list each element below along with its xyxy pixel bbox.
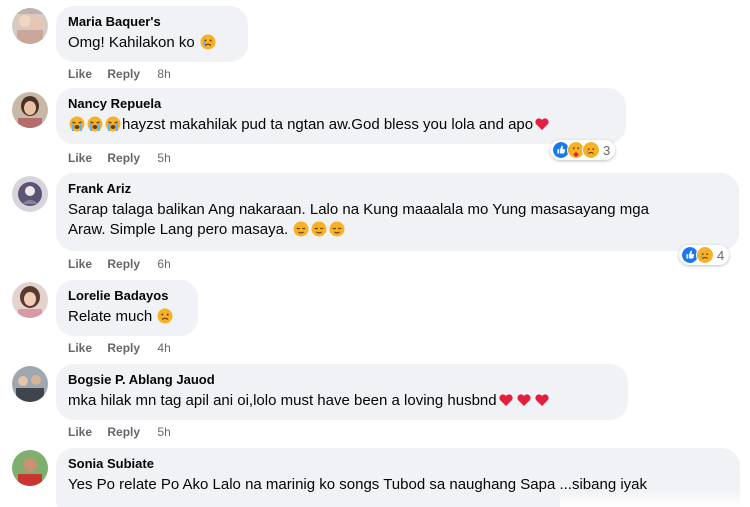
comment-text: Omg! Kahilakon ko: [68, 33, 236, 53]
relieved-face-icon: [311, 221, 327, 237]
comment-text: Sarap talaga balikan Ang nakaraan. Lalo …: [68, 200, 727, 240]
comment-text-line: Araw. Simple Lang pero masaya.: [68, 221, 289, 238]
avatar-photo-icon: [12, 92, 48, 128]
sad-reaction-icon: [582, 141, 600, 159]
comment-text-content: Relate much: [68, 308, 153, 325]
avatar[interactable]: [12, 282, 48, 318]
loudly-crying-face-icon: [69, 116, 85, 132]
comment-bubble: Lorelie Badayos Relate much: [56, 280, 198, 336]
comment-author[interactable]: Nancy Repuela: [68, 96, 614, 112]
comment-actions: Like Reply 8h: [68, 67, 171, 81]
red-heart-icon: [534, 394, 549, 406]
reaction-count: 4: [717, 247, 725, 263]
red-heart-icon: [498, 394, 513, 406]
sad-reaction-icon: [696, 246, 714, 264]
comment-text-line: Sarap talaga balikan Ang nakaraan. Lalo …: [68, 201, 649, 218]
comment-author[interactable]: Lorelie Badayos: [68, 288, 186, 304]
avatar[interactable]: [12, 92, 48, 128]
loudly-crying-face-icon: [87, 116, 103, 132]
avatar-photo-icon: [12, 450, 48, 486]
red-heart-icon: [535, 118, 549, 130]
reply-button[interactable]: Reply: [107, 67, 140, 81]
avatar-photo-icon: [12, 176, 48, 212]
reply-button[interactable]: Reply: [107, 151, 140, 165]
comment-text: hayzst makahilak pud ta ngtan aw.God ble…: [68, 115, 614, 135]
comment-actions: Like Reply 5h: [68, 151, 171, 165]
comment-actions: Like Reply 4h: [68, 341, 171, 355]
comment-timestamp[interactable]: 8h: [157, 67, 170, 81]
crying-face-icon: [200, 34, 216, 50]
reply-button[interactable]: Reply: [107, 425, 140, 439]
loudly-crying-face-icon: [105, 116, 121, 132]
avatar[interactable]: [12, 176, 48, 212]
comment-timestamp[interactable]: 5h: [157, 151, 170, 165]
comment-author[interactable]: Frank Ariz: [68, 181, 727, 197]
comment-bubble: Bogsie P. Ablang Jauod mka hilak mn tag …: [56, 364, 628, 420]
comment-author[interactable]: Bogsie P. Ablang Jauod: [68, 372, 616, 388]
comment-actions: Like Reply 6h: [68, 257, 171, 271]
comments-section: Maria Baquer's Omg! Kahilakon ko Like Re…: [0, 0, 750, 507]
avatar-photo-icon: [12, 366, 48, 402]
comment-bubble: Frank Ariz Sarap talaga balikan Ang naka…: [56, 173, 739, 251]
avatar[interactable]: [12, 8, 48, 44]
avatar-photo-icon: [12, 8, 48, 44]
scroll-fade: [560, 489, 750, 507]
comment-timestamp[interactable]: 5h: [157, 425, 170, 439]
comment-author[interactable]: Sonia Subiate: [68, 456, 728, 472]
comment-bubble: Nancy Repuela hayzst makahilak pud ta ng…: [56, 88, 626, 144]
comment-timestamp[interactable]: 4h: [157, 341, 170, 355]
like-button[interactable]: Like: [68, 257, 92, 271]
comment-actions: Like Reply 5h: [68, 425, 171, 439]
reply-button[interactable]: Reply: [107, 257, 140, 271]
avatar-photo-icon: [12, 282, 48, 318]
comment-text-content: mka hilak mn tag apil ani oi,lolo must h…: [68, 392, 497, 409]
avatar[interactable]: [12, 450, 48, 486]
like-button[interactable]: Like: [68, 151, 92, 165]
like-button[interactable]: Like: [68, 67, 92, 81]
relieved-face-icon: [329, 221, 345, 237]
red-heart-icon: [516, 394, 531, 406]
comment-bubble: Maria Baquer's Omg! Kahilakon ko: [56, 6, 248, 62]
avatar[interactable]: [12, 366, 48, 402]
comment-text-content: hayzst makahilak pud ta ngtan aw.God ble…: [122, 116, 534, 133]
reaction-count: 3: [603, 142, 611, 158]
sad-face-icon: [157, 308, 173, 324]
like-button[interactable]: Like: [68, 425, 92, 439]
comment-text: Relate much: [68, 307, 186, 327]
like-button[interactable]: Like: [68, 341, 92, 355]
relieved-face-icon: [293, 221, 309, 237]
reply-button[interactable]: Reply: [107, 341, 140, 355]
comment-timestamp[interactable]: 6h: [157, 257, 170, 271]
reaction-summary[interactable]: 4: [679, 245, 730, 265]
comment-text: mka hilak mn tag apil ani oi,lolo must h…: [68, 391, 616, 411]
comment-text-content: Omg! Kahilakon ko: [68, 34, 195, 51]
comment-author[interactable]: Maria Baquer's: [68, 14, 236, 30]
reaction-summary[interactable]: 3: [550, 140, 616, 160]
